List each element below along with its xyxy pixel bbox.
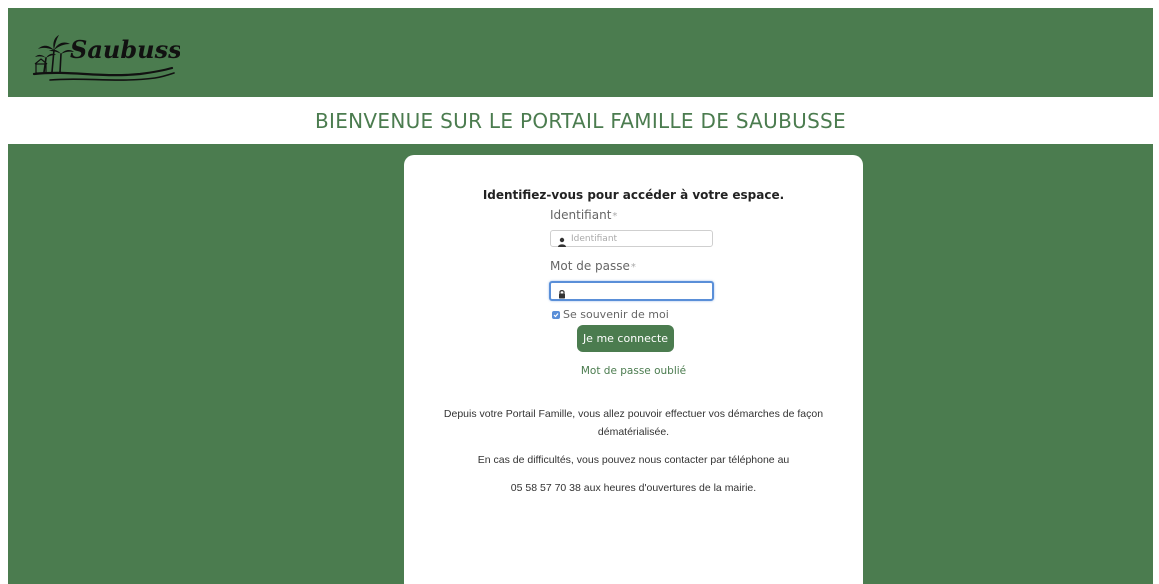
forgot-password-link[interactable]: Mot de passe oublié — [404, 365, 863, 377]
login-button[interactable]: Je me connecte — [577, 325, 674, 352]
site-logo[interactable]: Saubusse — [30, 20, 180, 86]
login-heading: Identifiez-vous pour accéder à votre esp… — [482, 188, 785, 202]
check-icon — [553, 312, 559, 317]
svg-text:Saubusse: Saubusse — [70, 35, 180, 64]
password-input[interactable] — [571, 286, 701, 296]
login-card: Identifiez-vous pour accéder à votre esp… — [404, 155, 863, 584]
info-text-1: Depuis votre Portail Famille, vous allez… — [443, 408, 824, 438]
info-text-2: En cas de difficultés, vous pouvez nous … — [477, 454, 790, 466]
username-field[interactable] — [550, 230, 713, 247]
password-field[interactable] — [549, 281, 714, 301]
user-icon — [557, 234, 567, 247]
lock-icon — [557, 286, 567, 299]
username-label: Identifiant* — [550, 208, 617, 222]
site-header: Saubusse — [8, 8, 1153, 97]
required-marker: * — [630, 262, 636, 273]
remember-label: Se souvenir de moi — [563, 308, 669, 321]
password-label-text: Mot de passe — [550, 259, 630, 273]
username-input[interactable] — [571, 233, 701, 244]
remember-me[interactable]: Se souvenir de moi — [552, 308, 669, 321]
required-marker: * — [612, 211, 618, 222]
page-frame: Saubusse BIENVENUE SUR LE PORTAIL FAMILL… — [8, 8, 1153, 584]
page-title: BIENVENUE SUR LE PORTAIL FAMILLE DE SAUB… — [315, 108, 846, 133]
palm-tree-logo-icon: Saubusse — [32, 35, 180, 81]
password-label: Mot de passe* — [550, 259, 636, 273]
username-label-text: Identifiant — [550, 208, 612, 222]
remember-checkbox[interactable] — [552, 310, 560, 319]
welcome-banner: BIENVENUE SUR LE PORTAIL FAMILLE DE SAUB… — [8, 97, 1153, 144]
info-text-3: 05 58 57 70 38 aux heures d'ouvertures d… — [510, 482, 757, 494]
